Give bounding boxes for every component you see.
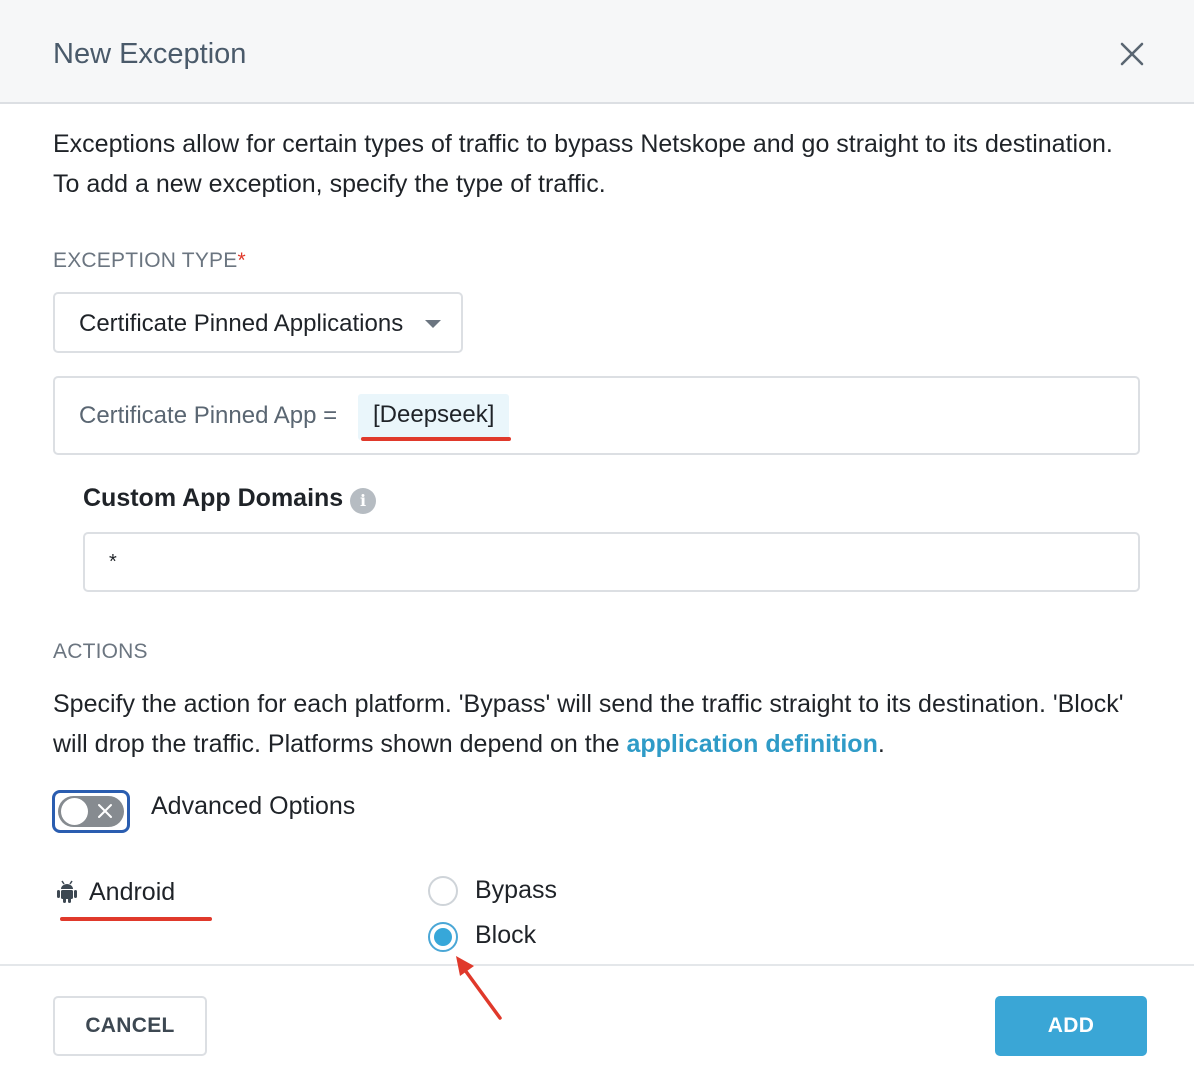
radio-bypass[interactable] xyxy=(428,876,458,906)
dialog-header: New Exception xyxy=(0,0,1194,104)
annotation-underline xyxy=(361,437,511,441)
dialog-title: New Exception xyxy=(53,38,247,70)
criteria-value-chip[interactable]: [Deepseek] xyxy=(358,394,510,440)
application-definition-link[interactable]: application definition xyxy=(626,730,877,758)
custom-domains-input[interactable] xyxy=(83,532,1140,592)
exception-type-value: Certificate Pinned Applications xyxy=(79,310,404,337)
add-button[interactable]: ADD xyxy=(995,996,1147,1056)
toggle-knob xyxy=(61,798,88,825)
exception-type-select[interactable]: Certificate Pinned Applications xyxy=(53,292,463,353)
criteria-label: Certificate Pinned App = xyxy=(79,402,338,429)
radio-bypass-label[interactable]: Bypass xyxy=(475,876,557,905)
actions-label: ACTIONS xyxy=(53,640,148,663)
required-mark: * xyxy=(237,249,246,272)
close-icon[interactable] xyxy=(1116,38,1148,70)
toggle-track xyxy=(58,796,124,827)
actions-desc-end: . xyxy=(877,730,885,758)
exception-type-label: EXCEPTION TYPE* xyxy=(53,249,246,273)
cancel-button[interactable]: CANCEL xyxy=(53,996,207,1056)
exception-type-label-text: EXCEPTION TYPE xyxy=(53,249,238,272)
close-icon xyxy=(98,804,112,818)
advanced-options-toggle[interactable] xyxy=(52,790,130,833)
platform-label-android: Android xyxy=(89,878,176,906)
actions-description: Specify the action for each platform. 'B… xyxy=(53,684,1163,764)
dialog-intro: Exceptions allow for certain types of tr… xyxy=(53,130,1113,198)
custom-domains-label: Custom App Domains xyxy=(83,484,344,512)
annotation-arrow-icon xyxy=(456,956,502,1020)
chevron-down-icon xyxy=(425,320,441,328)
advanced-options-label: Advanced Options xyxy=(151,792,356,820)
criteria-box[interactable]: Certificate Pinned App = [Deepseek] xyxy=(53,376,1140,455)
android-icon xyxy=(57,880,77,903)
radio-block[interactable] xyxy=(428,922,458,952)
radio-block-label[interactable]: Block xyxy=(475,921,536,950)
info-icon[interactable]: i xyxy=(350,488,376,514)
annotation-underline xyxy=(60,917,212,921)
actions-desc-text: Specify the action for each platform. 'B… xyxy=(53,690,1124,758)
